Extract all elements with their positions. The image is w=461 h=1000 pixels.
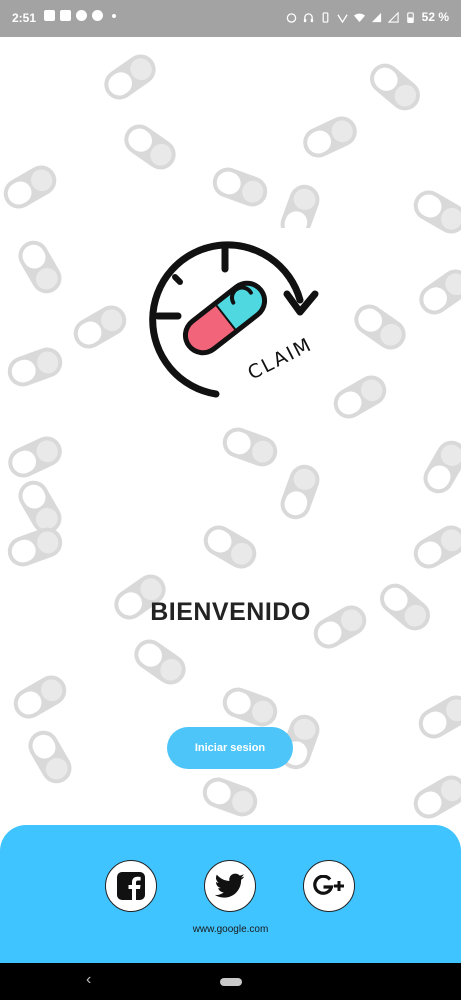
facebook-notification-icon-2 bbox=[92, 10, 103, 21]
welcome-title: BIENVENIDO bbox=[150, 598, 311, 626]
wifi-icon bbox=[353, 13, 365, 22]
google-plus-icon bbox=[313, 875, 344, 895]
login-button[interactable]: Iniciar sesion bbox=[167, 727, 293, 769]
twitter-button[interactable] bbox=[204, 860, 256, 912]
notification-icons bbox=[44, 10, 116, 21]
pill-pattern-background bbox=[0, 37, 461, 825]
battery-percent: 52 % bbox=[421, 10, 449, 24]
clock-tick-diagonal bbox=[172, 274, 183, 285]
home-pill-icon[interactable] bbox=[220, 978, 242, 986]
status-bar: 2:51 52 % bbox=[0, 0, 461, 37]
system-icons: 52 % bbox=[286, 10, 449, 24]
facebook-icon bbox=[117, 872, 145, 900]
website-link[interactable]: www.google.com bbox=[0, 924, 461, 935]
navigation-bar: ‹ bbox=[0, 963, 461, 1000]
google-plus-button[interactable] bbox=[303, 860, 355, 912]
social-panel: www.google.com bbox=[0, 825, 461, 963]
back-icon[interactable]: ‹ bbox=[86, 971, 91, 989]
vibrate-icon bbox=[322, 11, 329, 23]
message-notification-icon bbox=[60, 10, 71, 21]
facebook-button[interactable] bbox=[105, 860, 157, 912]
image-notification-icon bbox=[44, 10, 55, 21]
more-notifications-icon bbox=[112, 13, 116, 18]
pill-pattern bbox=[0, 48, 461, 824]
signal-icon bbox=[371, 12, 381, 22]
battery-icon bbox=[406, 11, 414, 23]
capsule-icon bbox=[182, 280, 268, 356]
twitter-icon bbox=[215, 873, 245, 898]
claim-logo: CLAIM bbox=[149, 241, 319, 398]
status-time: 2:51 bbox=[12, 11, 37, 25]
logo-text: CLAIM bbox=[244, 333, 316, 384]
facebook-notification-icon bbox=[76, 10, 87, 21]
alarm-icon bbox=[286, 12, 296, 23]
headphones-icon bbox=[303, 12, 313, 22]
signal-2-icon bbox=[387, 11, 399, 23]
volte-icon bbox=[337, 13, 348, 23]
